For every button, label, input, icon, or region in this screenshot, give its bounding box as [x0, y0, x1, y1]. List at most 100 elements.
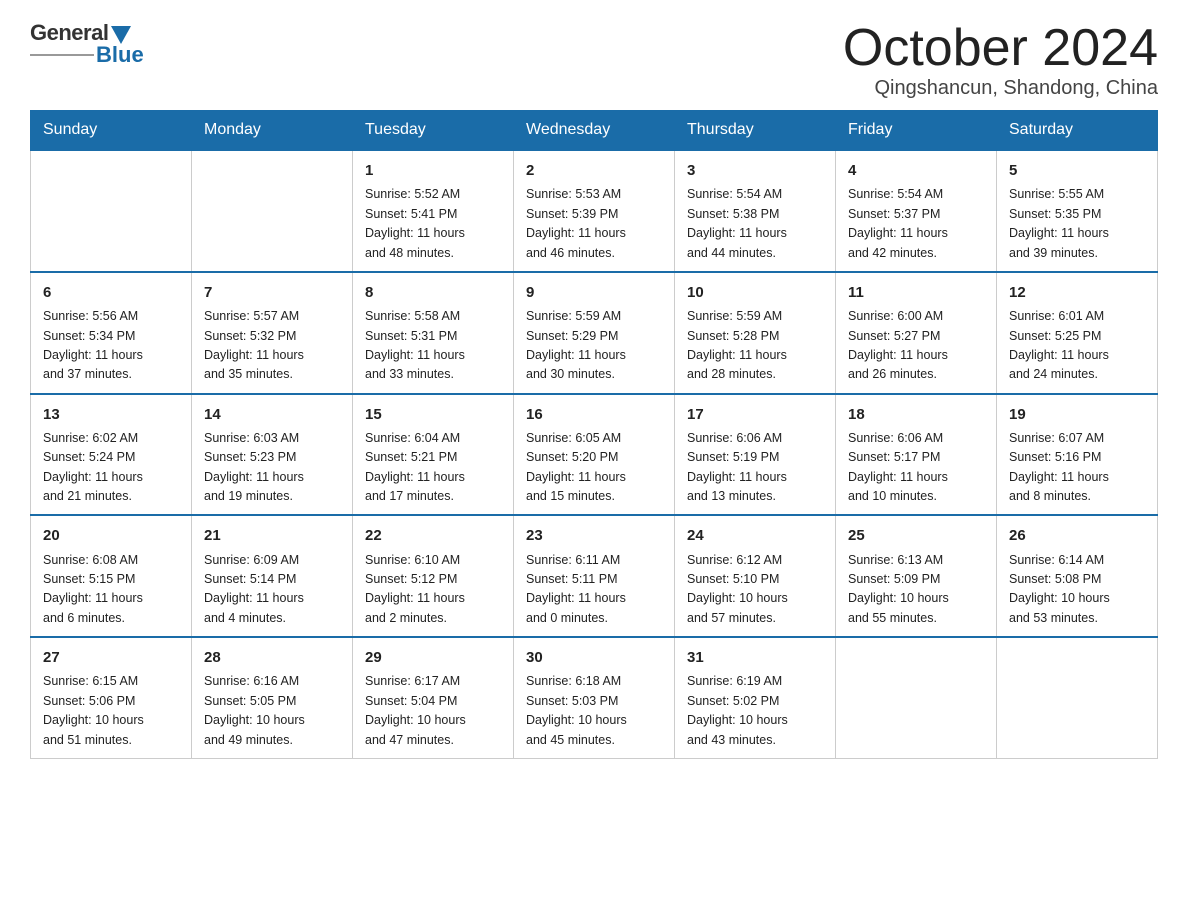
calendar-cell: 21 Sunrise: 6:09 AM Sunset: 5:14 PM Dayli… — [192, 515, 353, 637]
day-number: 20 — [43, 524, 179, 547]
logo: General Blue — [30, 20, 144, 68]
calendar-cell: 2 Sunrise: 5:53 AM Sunset: 5:39 PM Daylig… — [514, 150, 675, 272]
calendar-table: SundayMondayTuesdayWednesdayThursdayFrid… — [30, 110, 1158, 759]
day-number: 1 — [365, 159, 501, 182]
day-number: 9 — [526, 281, 662, 304]
day-number: 24 — [687, 524, 823, 547]
day-number: 14 — [204, 403, 340, 426]
calendar-cell: 11Sunrise: 6:00 AM Sunset: 5:27 PM Dayli… — [836, 272, 997, 394]
calendar-cell: 9Sunrise: 5:59 AM Sunset: 5:29 PM Daylig… — [514, 272, 675, 394]
calendar-cell: 8 Sunrise: 5:58 AM Sunset: 5:31 PM Daylig… — [353, 272, 514, 394]
calendar-cell: 20 Sunrise: 6:08 AM Sunset: 5:15 PM Dayli… — [31, 515, 192, 637]
calendar-cell: 19Sunrise: 6:07 AM Sunset: 5:16 PM Dayli… — [997, 394, 1158, 516]
calendar-cell: 5 Sunrise: 5:55 AM Sunset: 5:35 PM Daylig… — [997, 150, 1158, 272]
calendar-cell: 29 Sunrise: 6:17 AM Sunset: 5:04 PM Dayli… — [353, 637, 514, 758]
calendar-cell — [31, 150, 192, 272]
day-info: Sunrise: 6:11 AM Sunset: 5:11 PM Dayligh… — [526, 551, 662, 629]
day-number: 29 — [365, 646, 501, 669]
day-info: Sunrise: 5:54 AM Sunset: 5:38 PM Dayligh… — [687, 185, 823, 263]
calendar-cell — [192, 150, 353, 272]
calendar-cell: 22Sunrise: 6:10 AM Sunset: 5:12 PM Dayli… — [353, 515, 514, 637]
day-info: Sunrise: 6:13 AM Sunset: 5:09 PM Dayligh… — [848, 551, 984, 629]
day-info: Sunrise: 5:59 AM Sunset: 5:28 PM Dayligh… — [687, 307, 823, 385]
week-row-3: 13Sunrise: 6:02 AM Sunset: 5:24 PM Dayli… — [31, 394, 1158, 516]
day-number: 31 — [687, 646, 823, 669]
weekday-header-wednesday: Wednesday — [514, 111, 675, 151]
day-number: 16 — [526, 403, 662, 426]
calendar-cell: 1 Sunrise: 5:52 AM Sunset: 5:41 PM Daylig… — [353, 150, 514, 272]
day-number: 27 — [43, 646, 179, 669]
calendar-cell: 17 Sunrise: 6:06 AM Sunset: 5:19 PM Dayli… — [675, 394, 836, 516]
day-info: Sunrise: 6:15 AM Sunset: 5:06 PM Dayligh… — [43, 672, 179, 750]
day-info: Sunrise: 6:03 AM Sunset: 5:23 PM Dayligh… — [204, 429, 340, 507]
weekday-header-row: SundayMondayTuesdayWednesdayThursdayFrid… — [31, 111, 1158, 151]
calendar-cell: 14 Sunrise: 6:03 AM Sunset: 5:23 PM Dayli… — [192, 394, 353, 516]
month-title: October 2024 — [843, 20, 1158, 77]
day-number: 8 — [365, 281, 501, 304]
calendar-cell: 30 Sunrise: 6:18 AM Sunset: 5:03 PM Dayli… — [514, 637, 675, 758]
day-number: 30 — [526, 646, 662, 669]
calendar-cell: 7 Sunrise: 5:57 AM Sunset: 5:32 PM Daylig… — [192, 272, 353, 394]
logo-blue-text: Blue — [96, 42, 144, 68]
day-info: Sunrise: 5:55 AM Sunset: 5:35 PM Dayligh… — [1009, 185, 1145, 263]
day-info: Sunrise: 5:57 AM Sunset: 5:32 PM Dayligh… — [204, 307, 340, 385]
calendar-cell: 27 Sunrise: 6:15 AM Sunset: 5:06 PM Dayli… — [31, 637, 192, 758]
week-row-1: 1 Sunrise: 5:52 AM Sunset: 5:41 PM Daylig… — [31, 150, 1158, 272]
day-info: Sunrise: 6:19 AM Sunset: 5:02 PM Dayligh… — [687, 672, 823, 750]
weekday-header-saturday: Saturday — [997, 111, 1158, 151]
day-number: 2 — [526, 159, 662, 182]
day-info: Sunrise: 6:04 AM Sunset: 5:21 PM Dayligh… — [365, 429, 501, 507]
day-number: 7 — [204, 281, 340, 304]
calendar-cell: 26Sunrise: 6:14 AM Sunset: 5:08 PM Dayli… — [997, 515, 1158, 637]
header: General Blue October 2024 Qingshancun, S… — [30, 20, 1158, 100]
calendar-cell: 13Sunrise: 6:02 AM Sunset: 5:24 PM Dayli… — [31, 394, 192, 516]
weekday-header-monday: Monday — [192, 111, 353, 151]
day-number: 5 — [1009, 159, 1145, 182]
weekday-header-friday: Friday — [836, 111, 997, 151]
calendar-cell: 16 Sunrise: 6:05 AM Sunset: 5:20 PM Dayli… — [514, 394, 675, 516]
day-number: 23 — [526, 524, 662, 547]
day-number: 26 — [1009, 524, 1145, 547]
day-number: 18 — [848, 403, 984, 426]
day-number: 28 — [204, 646, 340, 669]
weekday-header-thursday: Thursday — [675, 111, 836, 151]
day-info: Sunrise: 6:16 AM Sunset: 5:05 PM Dayligh… — [204, 672, 340, 750]
day-number: 17 — [687, 403, 823, 426]
day-info: Sunrise: 6:08 AM Sunset: 5:15 PM Dayligh… — [43, 551, 179, 629]
calendar-cell: 23 Sunrise: 6:11 AM Sunset: 5:11 PM Dayli… — [514, 515, 675, 637]
calendar-cell: 18Sunrise: 6:06 AM Sunset: 5:17 PM Dayli… — [836, 394, 997, 516]
week-row-5: 27 Sunrise: 6:15 AM Sunset: 5:06 PM Dayli… — [31, 637, 1158, 758]
day-info: Sunrise: 5:54 AM Sunset: 5:37 PM Dayligh… — [848, 185, 984, 263]
weekday-header-sunday: Sunday — [31, 111, 192, 151]
day-info: Sunrise: 6:18 AM Sunset: 5:03 PM Dayligh… — [526, 672, 662, 750]
day-info: Sunrise: 5:53 AM Sunset: 5:39 PM Dayligh… — [526, 185, 662, 263]
calendar-cell: 10 Sunrise: 5:59 AM Sunset: 5:28 PM Dayli… — [675, 272, 836, 394]
day-number: 11 — [848, 281, 984, 304]
day-info: Sunrise: 5:52 AM Sunset: 5:41 PM Dayligh… — [365, 185, 501, 263]
day-info: Sunrise: 6:17 AM Sunset: 5:04 PM Dayligh… — [365, 672, 501, 750]
week-row-2: 6Sunrise: 5:56 AM Sunset: 5:34 PM Daylig… — [31, 272, 1158, 394]
calendar-cell: 25Sunrise: 6:13 AM Sunset: 5:09 PM Dayli… — [836, 515, 997, 637]
calendar-cell: 4 Sunrise: 5:54 AM Sunset: 5:37 PM Daylig… — [836, 150, 997, 272]
calendar-cell: 24 Sunrise: 6:12 AM Sunset: 5:10 PM Dayli… — [675, 515, 836, 637]
calendar-cell — [836, 637, 997, 758]
day-number: 10 — [687, 281, 823, 304]
calendar-cell: 28 Sunrise: 6:16 AM Sunset: 5:05 PM Dayli… — [192, 637, 353, 758]
day-info: Sunrise: 6:09 AM Sunset: 5:14 PM Dayligh… — [204, 551, 340, 629]
day-number: 12 — [1009, 281, 1145, 304]
day-number: 21 — [204, 524, 340, 547]
day-info: Sunrise: 5:58 AM Sunset: 5:31 PM Dayligh… — [365, 307, 501, 385]
day-info: Sunrise: 6:05 AM Sunset: 5:20 PM Dayligh… — [526, 429, 662, 507]
day-number: 3 — [687, 159, 823, 182]
day-info: Sunrise: 5:56 AM Sunset: 5:34 PM Dayligh… — [43, 307, 179, 385]
day-info: Sunrise: 6:07 AM Sunset: 5:16 PM Dayligh… — [1009, 429, 1145, 507]
title-area: October 2024 Qingshancun, Shandong, Chin… — [843, 20, 1158, 100]
location-subtitle: Qingshancun, Shandong, China — [843, 77, 1158, 100]
day-number: 15 — [365, 403, 501, 426]
day-number: 4 — [848, 159, 984, 182]
calendar-cell — [997, 637, 1158, 758]
calendar-cell: 31 Sunrise: 6:19 AM Sunset: 5:02 PM Dayli… — [675, 637, 836, 758]
day-info: Sunrise: 6:12 AM Sunset: 5:10 PM Dayligh… — [687, 551, 823, 629]
day-info: Sunrise: 6:06 AM Sunset: 5:19 PM Dayligh… — [687, 429, 823, 507]
day-info: Sunrise: 6:01 AM Sunset: 5:25 PM Dayligh… — [1009, 307, 1145, 385]
